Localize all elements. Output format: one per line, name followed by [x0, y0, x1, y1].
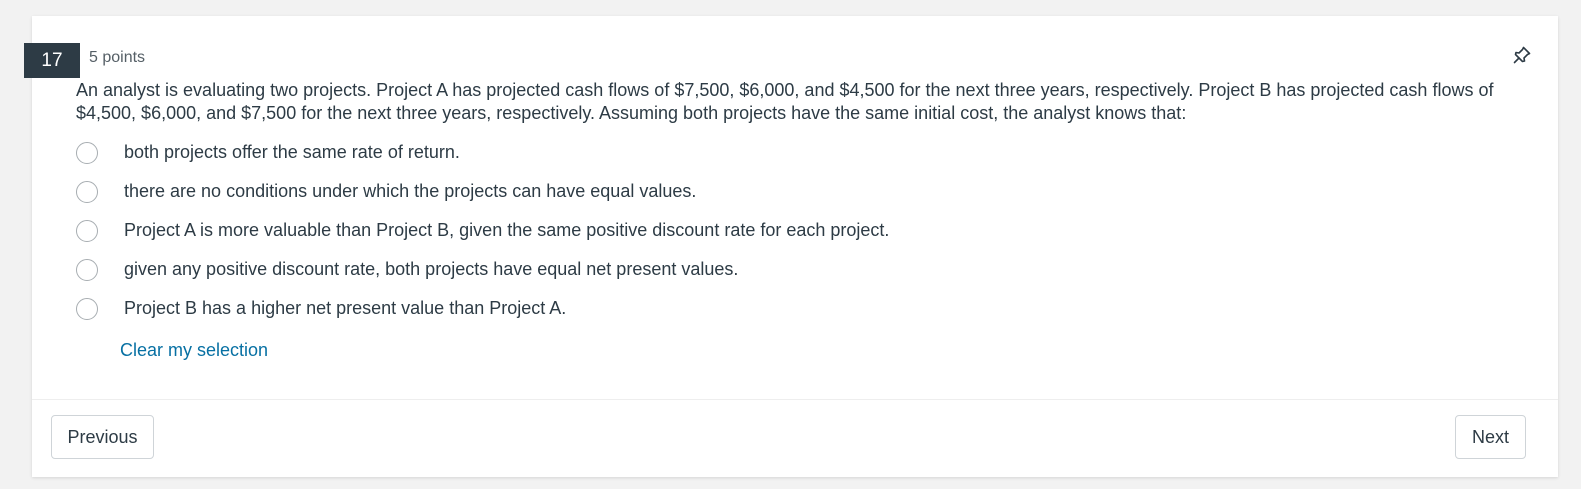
next-button[interactable]: Next — [1455, 415, 1526, 459]
question-card: 17 5 points An analyst is evaluating two… — [24, 16, 1558, 477]
answer-option[interactable]: given any positive discount rate, both p… — [76, 250, 1376, 289]
radio-button[interactable] — [76, 141, 98, 164]
answer-option[interactable]: Project A is more valuable than Project … — [76, 211, 1376, 250]
answer-option-label: Project A is more valuable than Project … — [124, 220, 890, 240]
pin-icon[interactable] — [1510, 43, 1534, 67]
answer-option[interactable]: there are no conditions under which the … — [76, 172, 1376, 211]
answer-option-label: Project B has a higher net present value… — [124, 298, 567, 318]
answer-option-label: there are no conditions under which the … — [124, 181, 697, 201]
radio-button[interactable] — [76, 297, 98, 320]
radio-button[interactable] — [76, 180, 98, 203]
radio-button[interactable] — [76, 258, 98, 281]
question-number-badge: 17 — [24, 43, 80, 78]
clear-selection-link[interactable]: Clear my selection — [120, 340, 268, 361]
answer-option[interactable]: Project B has a higher net present value… — [76, 289, 1376, 328]
answer-option[interactable]: both projects offer the same rate of ret… — [76, 133, 1376, 172]
answer-option-label: given any positive discount rate, both p… — [124, 259, 739, 279]
question-text: An analyst is evaluating two projects. P… — [76, 80, 1494, 123]
question-points: 5 points — [89, 49, 146, 66]
previous-button[interactable]: Previous — [51, 415, 154, 459]
radio-button[interactable] — [76, 219, 98, 242]
answer-options: both projects offer the same rate of ret… — [76, 133, 1376, 328]
footer-divider — [32, 399, 1558, 400]
answer-option-label: both projects offer the same rate of ret… — [124, 142, 460, 162]
